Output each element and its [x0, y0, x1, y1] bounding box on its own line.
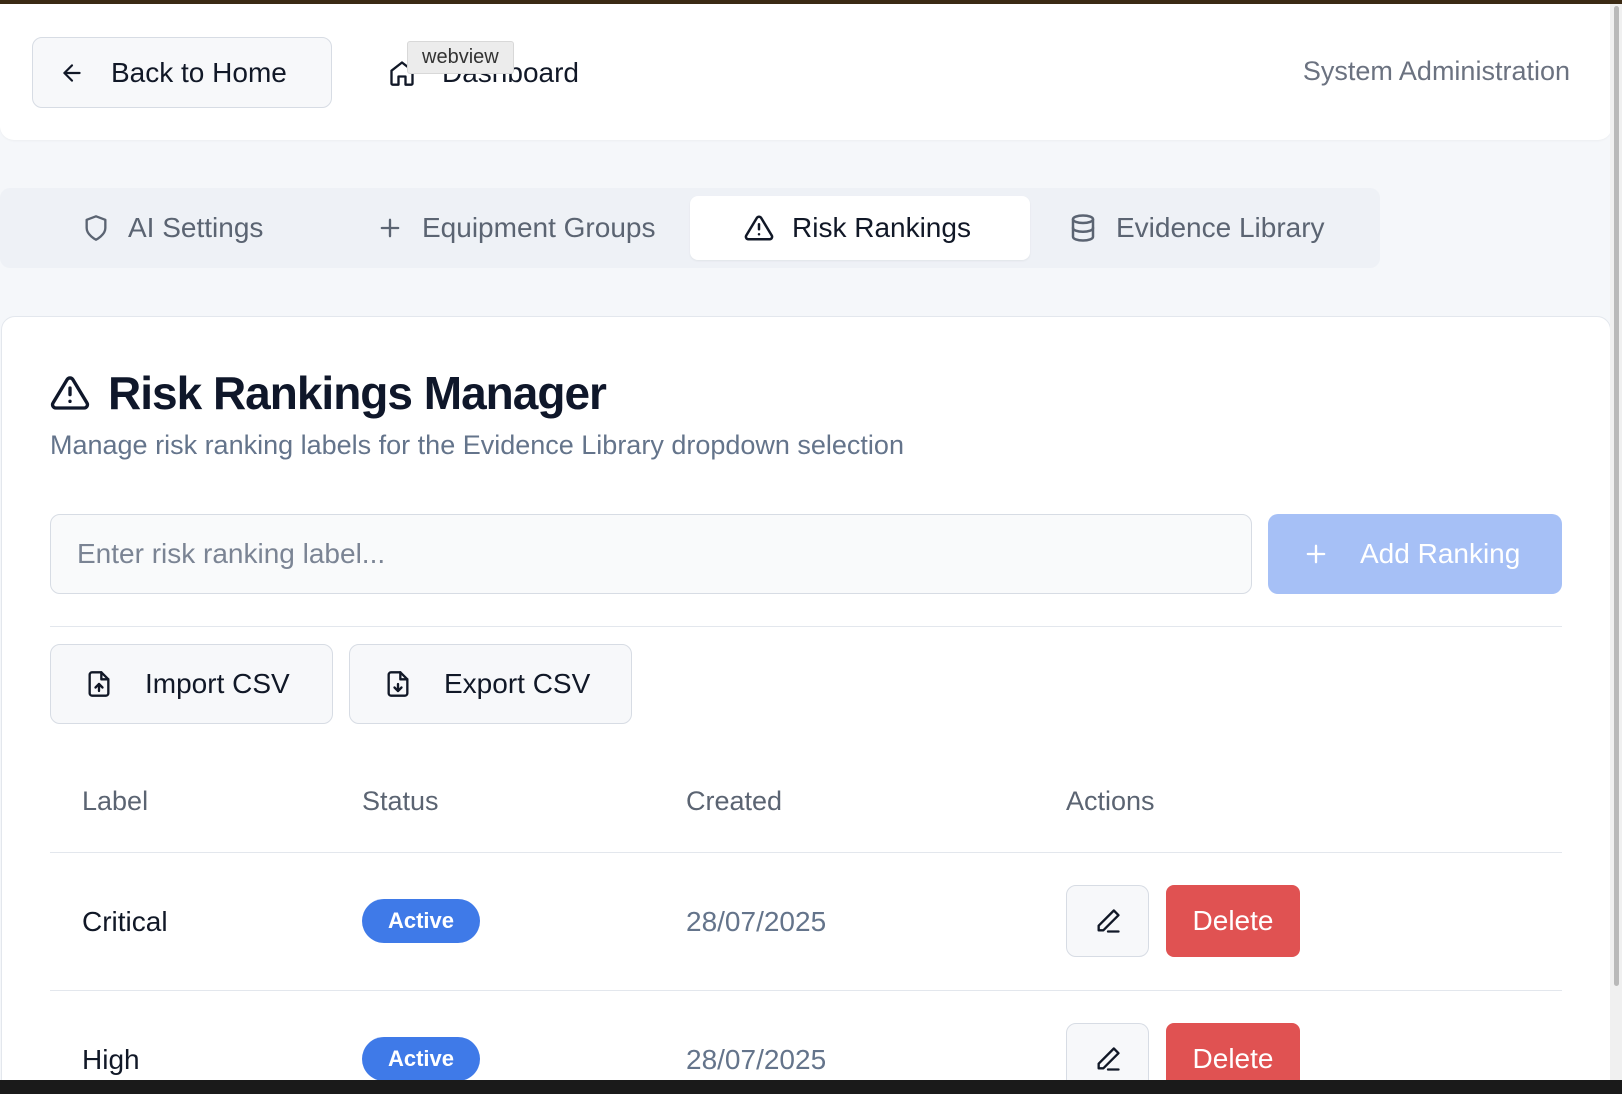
add-ranking-button[interactable]: Add Ranking [1268, 514, 1562, 594]
tab-ai-settings[interactable]: AI Settings [82, 196, 263, 260]
divider [50, 626, 1562, 627]
tab-label: AI Settings [128, 212, 264, 243]
risk-ranking-label-input[interactable] [50, 514, 1252, 594]
top-header: Back to Home Dashboard webview System Ad… [0, 4, 1612, 140]
import-csv-label: Import CSV [145, 668, 290, 699]
plus-icon [1302, 540, 1330, 568]
pencil-icon [1094, 1045, 1122, 1073]
warning-icon [50, 373, 90, 413]
column-header-status: Status [362, 786, 439, 816]
tab-evidence-library[interactable]: Evidence Library [1068, 196, 1325, 260]
tab-equipment-groups[interactable]: Equipment Groups [376, 196, 655, 260]
column-header-label: Label [82, 786, 149, 816]
export-csv-label: Export CSV [444, 668, 591, 699]
row-label-cell: High [82, 1044, 140, 1075]
row-label-cell: Critical [82, 906, 168, 937]
file-upload-icon [85, 670, 113, 698]
webview-tooltip: webview [407, 41, 514, 74]
column-header-actions: Actions [1066, 786, 1155, 816]
system-administration-label: System Administration [1302, 56, 1570, 86]
window-bottom-bar [0, 1080, 1622, 1094]
tab-label: Evidence Library [1116, 212, 1325, 243]
admin-tabs: AI Settings Equipment Groups Risk Rankin… [0, 188, 1380, 268]
arrow-left-icon [59, 60, 85, 86]
status-badge: Active [362, 899, 480, 943]
page-title: Risk Rankings Manager [50, 366, 607, 420]
database-icon [1068, 213, 1098, 243]
table-header-divider [50, 852, 1562, 853]
tab-label: Equipment Groups [422, 212, 656, 243]
created-date-cell: 28/07/2025 [686, 906, 827, 937]
created-date-cell: 28/07/2025 [686, 1044, 827, 1075]
warning-icon [744, 213, 774, 243]
back-to-home-label: Back to Home [111, 56, 287, 88]
pencil-icon [1094, 907, 1122, 935]
shield-icon [82, 214, 110, 242]
page-subtitle: Manage risk ranking labels for the Evide… [50, 430, 904, 460]
edit-button[interactable] [1066, 885, 1149, 957]
status-badge: Active [362, 1037, 480, 1081]
plus-icon [376, 214, 404, 242]
scrollbar-thumb[interactable] [1614, 6, 1619, 986]
delete-button[interactable]: Delete [1166, 885, 1300, 957]
back-to-home-button[interactable]: Back to Home [32, 37, 332, 108]
import-csv-button[interactable]: Import CSV [50, 644, 333, 724]
export-csv-button[interactable]: Export CSV [349, 644, 632, 724]
table-row-divider [50, 990, 1562, 991]
column-header-created: Created [686, 786, 783, 816]
page-title-text: Risk Rankings Manager [108, 367, 607, 419]
file-download-icon [384, 670, 412, 698]
tab-label: Risk Rankings [792, 212, 971, 243]
tab-risk-rankings[interactable]: Risk Rankings [690, 196, 1030, 260]
add-ranking-label: Add Ranking [1360, 538, 1521, 569]
